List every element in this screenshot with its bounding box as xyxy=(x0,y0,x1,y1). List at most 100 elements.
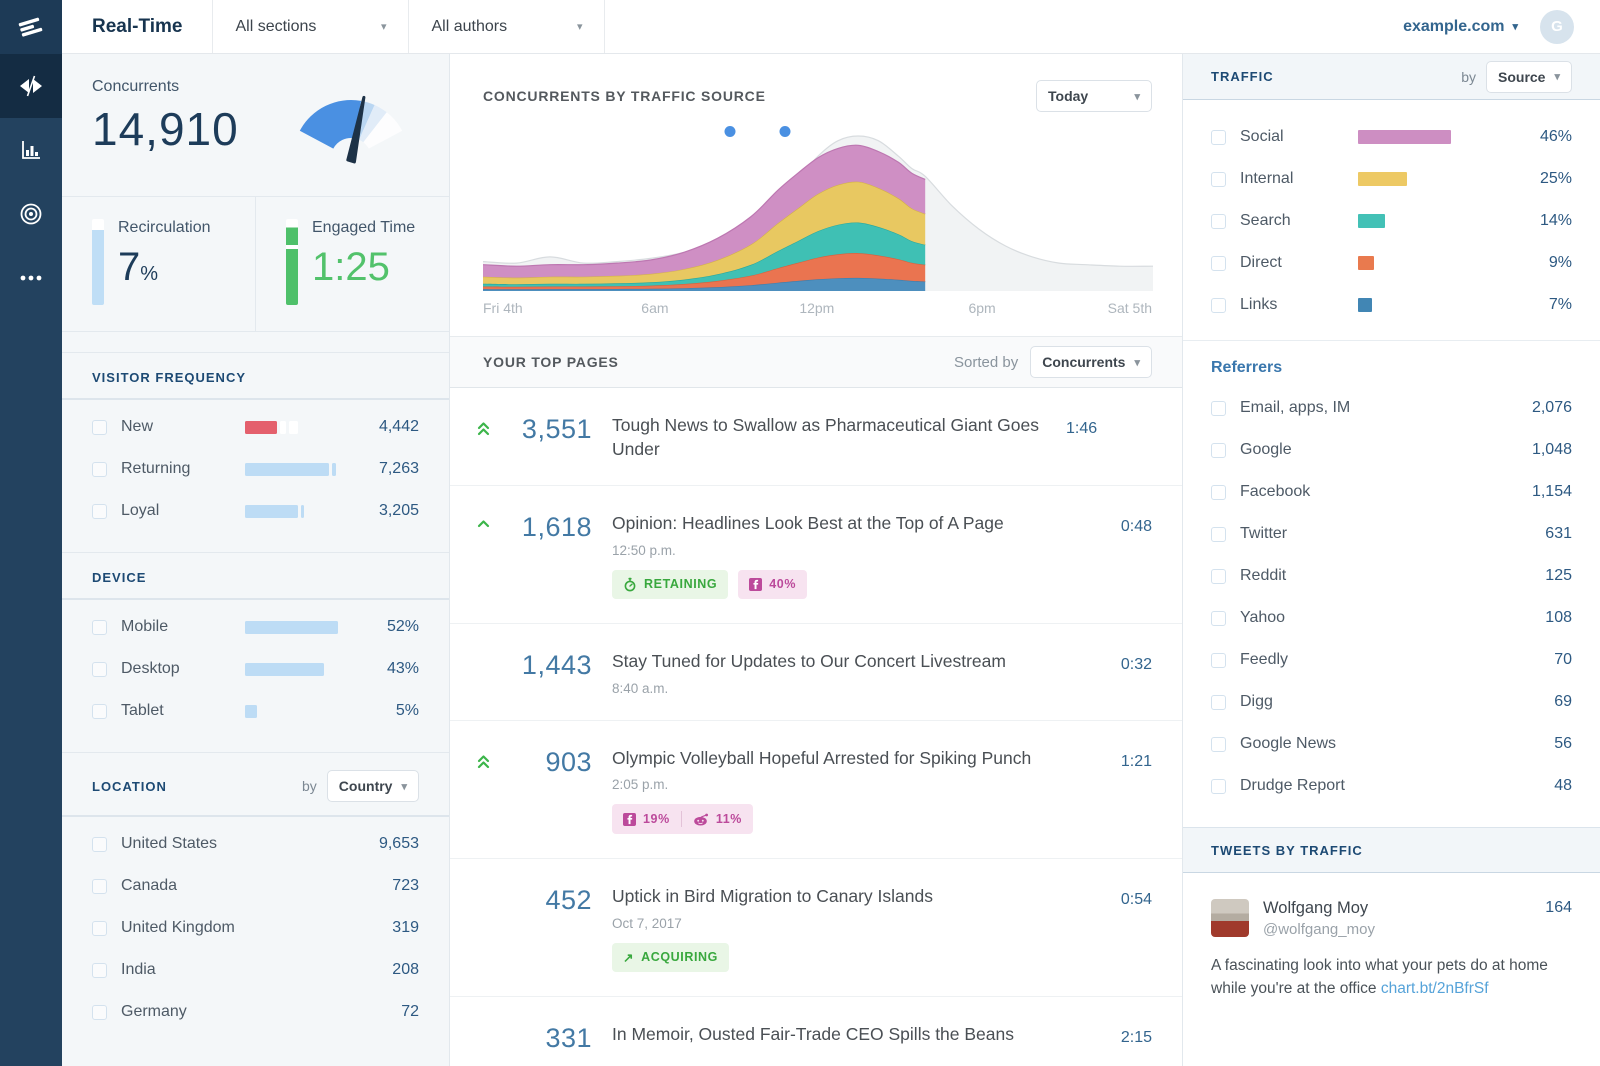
checkbox[interactable] xyxy=(92,619,107,635)
page-publish-time: 12:50 p.m. xyxy=(612,542,676,558)
user-avatar[interactable]: G xyxy=(1540,9,1574,44)
device-bar xyxy=(245,704,257,718)
referrer-row[interactable]: Digg 69 xyxy=(1183,681,1600,723)
engaged-time: 1:21 xyxy=(1120,752,1152,770)
visitor-row-new[interactable]: New 4,442 xyxy=(62,406,449,448)
referrer-row[interactable]: Drudge Report 48 xyxy=(1183,765,1600,807)
referrer-row[interactable]: Yahoo 108 xyxy=(1183,597,1600,639)
checkbox[interactable] xyxy=(92,878,107,894)
top-page-row[interactable]: 331 In Memoir, Ousted Fair-Trade CEO Spi… xyxy=(450,997,1182,1066)
tweet-link[interactable]: chart.bt/2nBfrSf xyxy=(1381,980,1489,997)
checkbox[interactable] xyxy=(1211,694,1226,710)
traffic-header: TRAFFIC by Source ▾ xyxy=(1183,54,1600,100)
checkbox[interactable] xyxy=(1211,442,1226,458)
page-headline[interactable]: Stay Tuned for Updates to Our Concert Li… xyxy=(612,650,1107,674)
tweet-author-name: Wolfgang Moy xyxy=(1263,899,1369,917)
checkbox[interactable] xyxy=(1211,526,1226,542)
referrer-row[interactable]: Google News 56 xyxy=(1183,723,1600,765)
page-headline[interactable]: Opinion: Headlines Look Best at the Top … xyxy=(612,512,1107,536)
checkbox[interactable] xyxy=(1211,129,1226,145)
visitor-row-returning[interactable]: Returning 7,263 xyxy=(62,448,449,490)
traffic-row-links[interactable]: Links 7% xyxy=(1183,284,1600,326)
chart-range-selector[interactable]: Today ▾ xyxy=(1036,80,1152,112)
checkbox[interactable] xyxy=(1211,171,1226,187)
traffic-row-search[interactable]: Search 14% xyxy=(1183,200,1600,242)
page-headline[interactable]: Tough News to Swallow as Pharmaceutical … xyxy=(612,414,1052,461)
checkbox[interactable] xyxy=(1211,400,1226,416)
checkbox[interactable] xyxy=(1211,610,1226,626)
tweet-item[interactable]: Wolfgang Moy @wolfgang_moy 164 A fascina… xyxy=(1183,873,1600,1011)
referrer-row[interactable]: Reddit 125 xyxy=(1183,555,1600,597)
page-headline[interactable]: Olympic Volleyball Hopeful Arrested for … xyxy=(612,747,1107,771)
engaged-time: 0:54 xyxy=(1120,891,1152,909)
top-page-row[interactable]: 1,443 Stay Tuned for Updates to Our Conc… xyxy=(450,624,1182,721)
checkbox[interactable] xyxy=(92,962,107,978)
chart-annotation-dot xyxy=(724,126,736,137)
checkbox[interactable] xyxy=(1211,652,1226,668)
traffic-row-direct[interactable]: Direct 9% xyxy=(1183,242,1600,284)
checkbox[interactable] xyxy=(1211,736,1226,752)
chartbeat-logo[interactable] xyxy=(0,0,62,54)
traffic-source-stacked-area-chart[interactable] xyxy=(483,122,1153,292)
sidebar-item-more[interactable] xyxy=(0,246,62,310)
checkbox[interactable] xyxy=(92,461,107,477)
location-by-selector[interactable]: Country ▾ xyxy=(326,770,419,802)
checkbox[interactable] xyxy=(1211,568,1226,584)
sort-selector[interactable]: Concurrents ▾ xyxy=(1030,346,1152,378)
checkbox[interactable] xyxy=(1211,778,1226,794)
device-row-mobile[interactable]: Mobile 52% xyxy=(62,606,449,648)
top-page-row[interactable]: 903 Olympic Volleyball Hopeful Arrested … xyxy=(450,721,1182,860)
checkbox[interactable] xyxy=(92,503,107,519)
referrer-row[interactable]: Google 1,048 xyxy=(1183,429,1600,471)
traffic-by-selector[interactable]: Source ▾ xyxy=(1486,60,1572,93)
checkbox[interactable] xyxy=(92,661,107,677)
referrers-section: Referrers Email, apps, IM 2,076 Google 1,0… xyxy=(1183,340,1600,807)
top-page-row[interactable]: 452 Uptick in Bird Migration to Canary I… xyxy=(450,859,1182,997)
referrer-row[interactable]: Feedly 70 xyxy=(1183,639,1600,681)
tweet-author-avatar xyxy=(1211,899,1249,937)
referrer-row[interactable]: Twitter 631 xyxy=(1183,513,1600,555)
authors-filter-dropdown[interactable]: All authors ▾ xyxy=(409,0,606,53)
chart-annotation-dot xyxy=(779,126,791,137)
top-page-row[interactable]: 3,551 Tough News to Swallow as Pharmaceu… xyxy=(450,388,1182,487)
heads-up-target-icon xyxy=(20,203,42,225)
arrow-up-right-icon: ↗ xyxy=(623,950,635,965)
device-row-tablet[interactable]: Tablet 5% xyxy=(62,690,449,732)
referrer-row[interactable]: Email, apps, IM 2,076 xyxy=(1183,387,1600,429)
location-row[interactable]: United Kingdom 319 xyxy=(62,907,449,949)
sidebar-item-headsup[interactable] xyxy=(0,182,62,246)
sidebar-item-historical[interactable] xyxy=(0,118,62,182)
engaged-time: 1:46 xyxy=(1066,420,1098,437)
facebook-icon xyxy=(749,577,763,591)
location-row[interactable]: United States 9,653 xyxy=(62,823,449,865)
checkbox[interactable] xyxy=(92,920,107,936)
visitor-row-loyal[interactable]: Loyal 3,205 xyxy=(62,490,449,532)
checkbox[interactable] xyxy=(1211,213,1226,229)
checkbox[interactable] xyxy=(92,703,107,719)
sorted-by-label: Sorted by xyxy=(954,353,1019,371)
page-headline[interactable]: Uptick in Bird Migration to Canary Islan… xyxy=(612,885,1107,909)
checkbox[interactable] xyxy=(92,836,107,852)
location-row[interactable]: Germany 72 xyxy=(62,991,449,1033)
top-page-row[interactable]: 1,618 Opinion: Headlines Look Best at th… xyxy=(450,486,1182,624)
traffic-source-chart-block: CONCURRENTS BY TRAFFIC SOURCE Today ▾ Fr… xyxy=(450,54,1182,336)
referrer-row[interactable]: Facebook 1,154 xyxy=(1183,471,1600,513)
page-headline[interactable]: In Memoir, Ousted Fair-Trade CEO Spills … xyxy=(612,1023,1107,1047)
device-row-desktop[interactable]: Desktop 43% xyxy=(62,648,449,690)
checkbox[interactable] xyxy=(92,1004,107,1020)
domain-selector[interactable]: example.com ▾ xyxy=(1403,18,1518,36)
checkbox[interactable] xyxy=(1211,484,1226,500)
chart-title: CONCURRENTS BY TRAFFIC SOURCE xyxy=(483,88,766,104)
location-row[interactable]: Canada 723 xyxy=(62,865,449,907)
traffic-row-social[interactable]: Social 46% xyxy=(1183,116,1600,158)
sections-filter-dropdown[interactable]: All sections ▾ xyxy=(213,0,410,53)
traffic-row-internal[interactable]: Internal 25% xyxy=(1183,158,1600,200)
checkbox[interactable] xyxy=(1211,297,1226,313)
location-row[interactable]: India 208 xyxy=(62,949,449,991)
social-share-badge: 19% 11% xyxy=(612,804,753,835)
checkbox[interactable] xyxy=(1211,255,1226,271)
sidebar-item-realtime[interactable] xyxy=(0,54,62,118)
checkbox[interactable] xyxy=(92,419,107,435)
domain-label: example.com xyxy=(1403,17,1505,35)
chevron-down-icon: ▾ xyxy=(380,21,387,33)
